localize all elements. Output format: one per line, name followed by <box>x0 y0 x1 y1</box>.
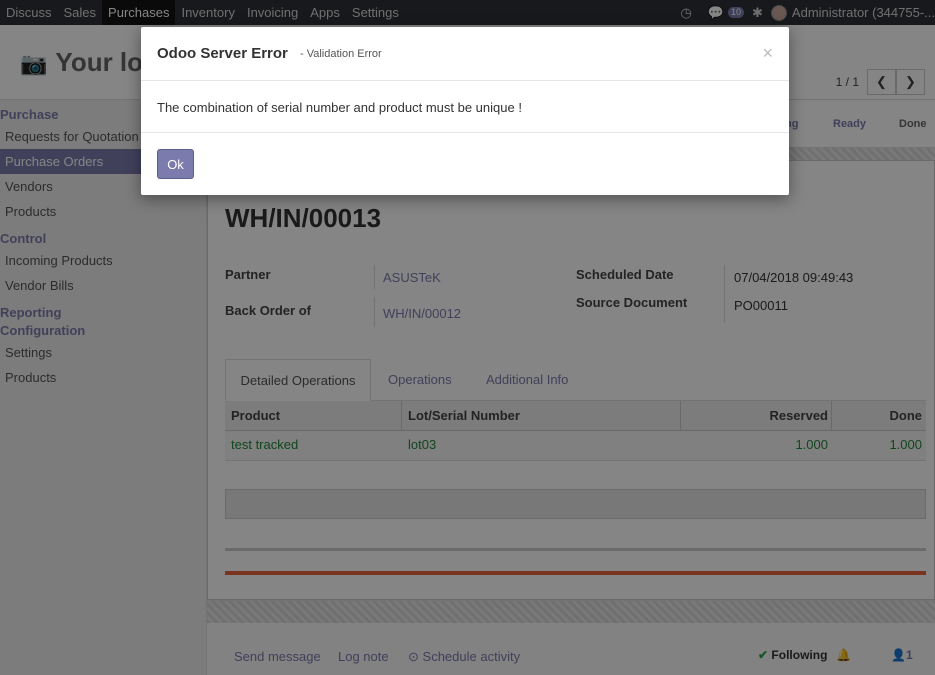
close-icon[interactable]: × <box>762 43 773 64</box>
ok-button[interactable]: Ok <box>157 149 194 179</box>
dialog-body: The combination of serial number and pro… <box>141 81 789 133</box>
dialog-subtitle: - Validation Error <box>300 48 382 60</box>
error-message: The combination of serial number and pro… <box>157 100 522 115</box>
error-dialog: Odoo Server Error - Validation Error × T… <box>141 27 789 195</box>
dialog-header: Odoo Server Error - Validation Error × <box>141 27 789 81</box>
dialog-title: Odoo Server Error <box>157 45 288 62</box>
